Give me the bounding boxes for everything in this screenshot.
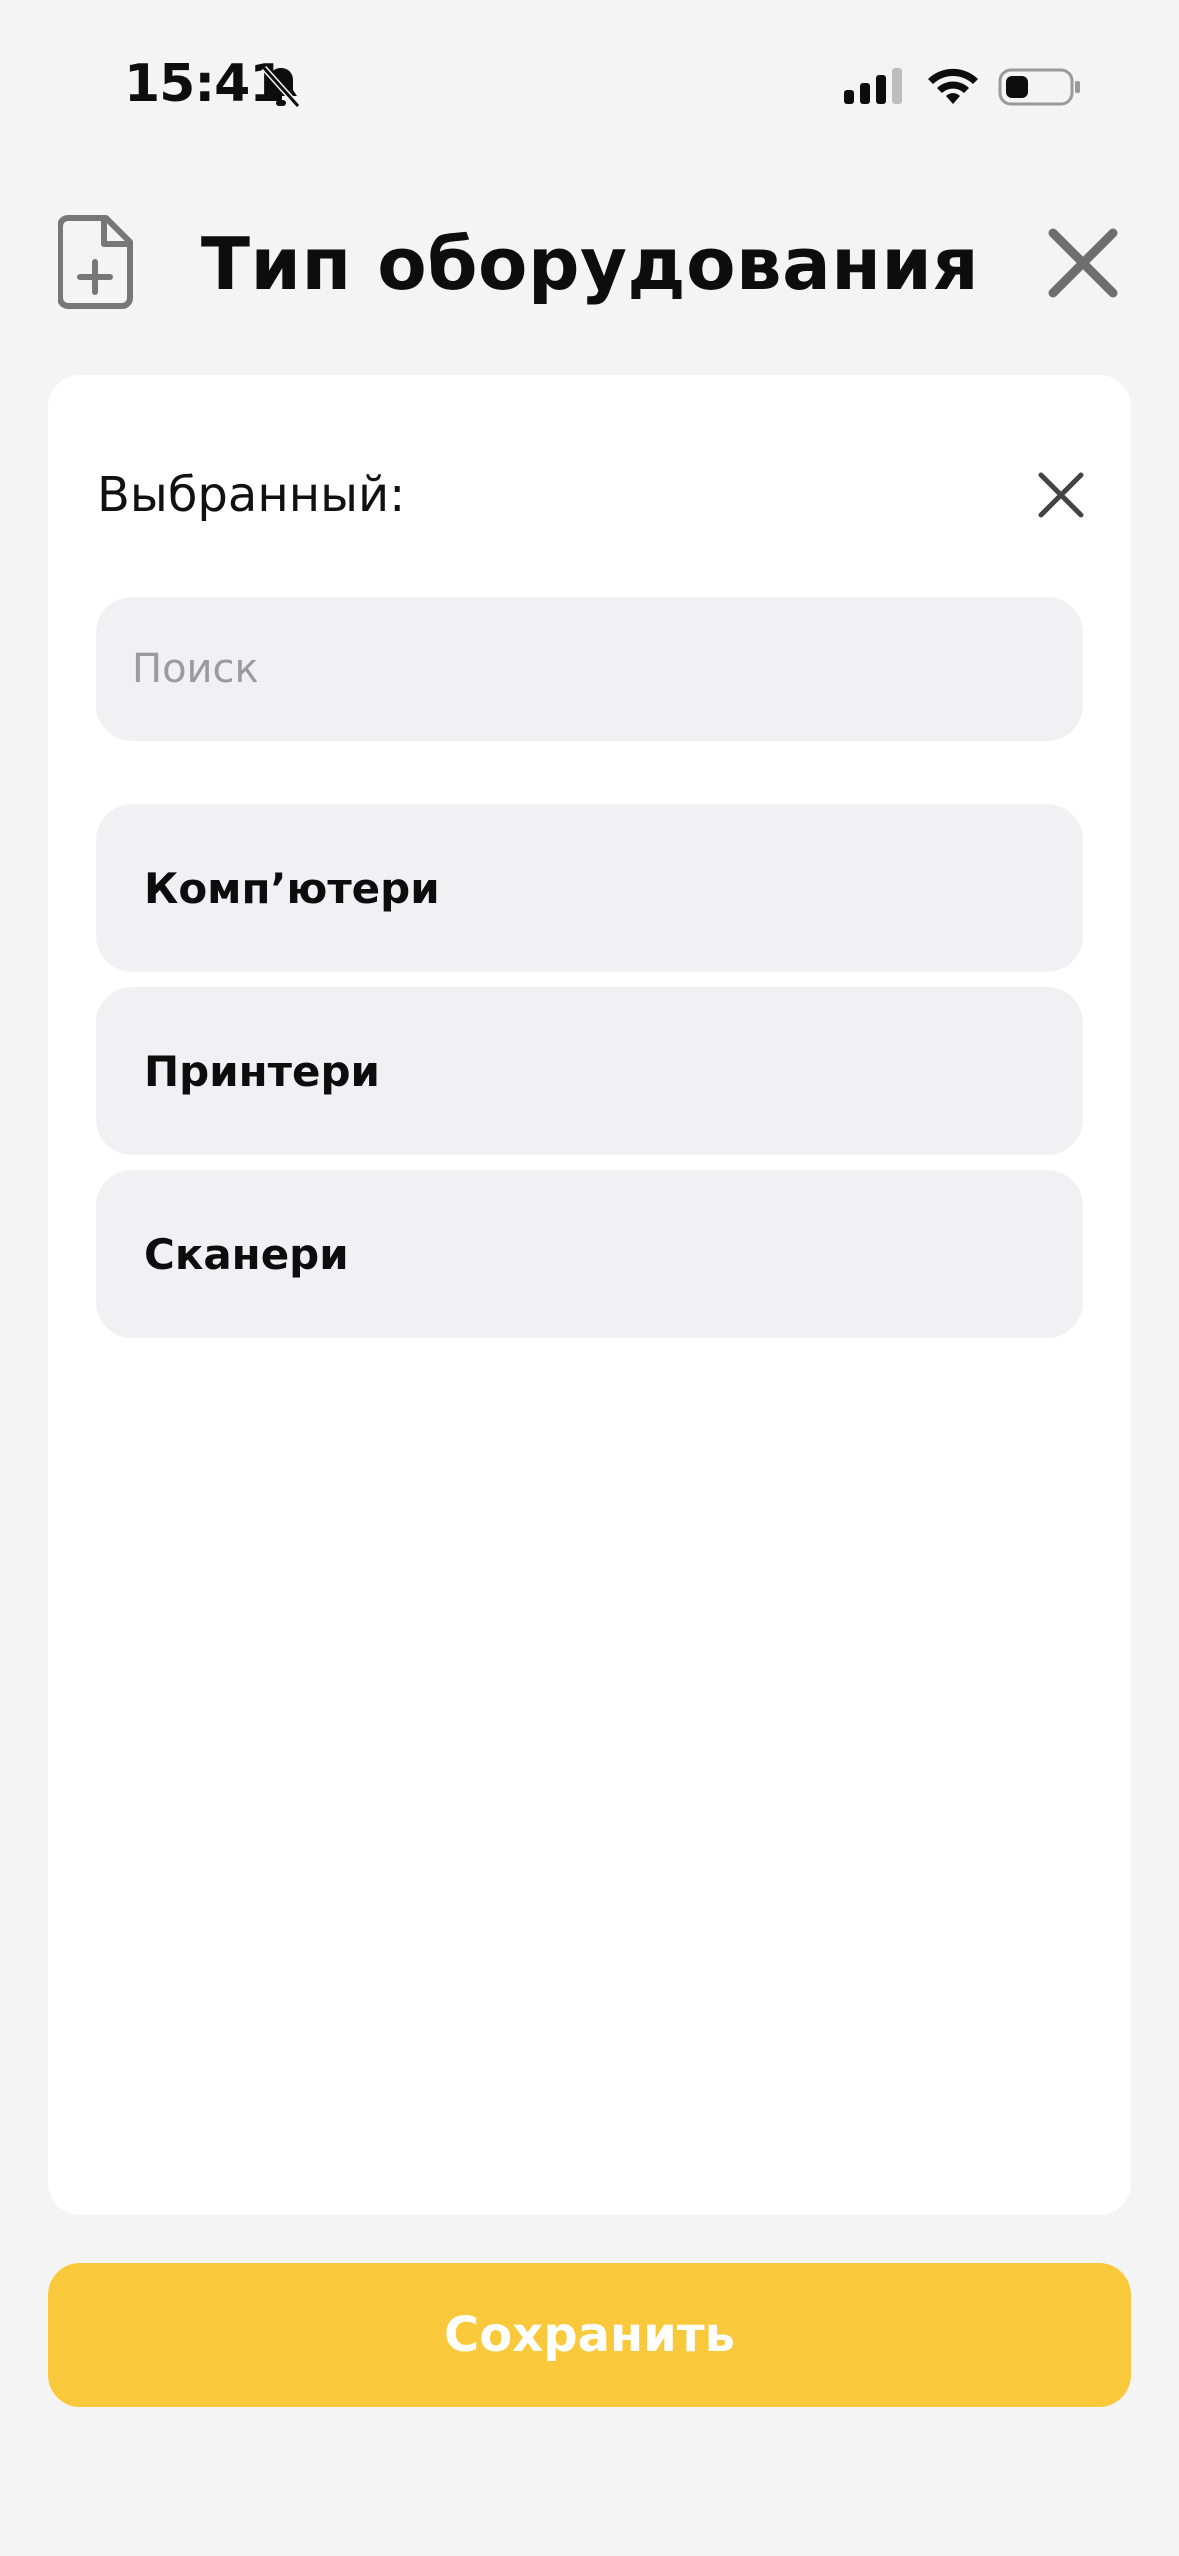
selected-label: Выбранный: [97,467,406,523]
bell-muted-icon [261,65,301,109]
document-add-icon[interactable] [58,214,136,310]
screen: 15:41 Тип оборудования Выбранный: Поиск … [0,0,1179,2556]
clear-selection-icon[interactable] [1033,467,1089,523]
save-button[interactable]: Сохранить [48,2263,1131,2407]
close-icon[interactable] [1045,225,1121,301]
list-item-scanners[interactable]: Сканери [96,1170,1083,1338]
list-item-label: Принтери [144,1046,380,1096]
list-item-printers[interactable]: Принтери [96,987,1083,1155]
list-item-computers[interactable]: Комп’ютери [96,804,1083,972]
list-item-label: Сканери [144,1229,349,1279]
page-title: Тип оборудования [200,222,980,306]
list-item-label: Комп’ютери [144,863,440,913]
selection-card: Выбранный: Комп’ютери Принтери Сканери [48,375,1131,2215]
wifi-icon [928,68,978,104]
battery-icon [998,68,1080,106]
search-input[interactable] [96,597,1083,741]
equipment-type-list: Комп’ютери Принтери Сканери [96,804,1083,1353]
status-bar: 15:41 [0,0,1179,180]
cellular-signal-icon [844,68,902,104]
